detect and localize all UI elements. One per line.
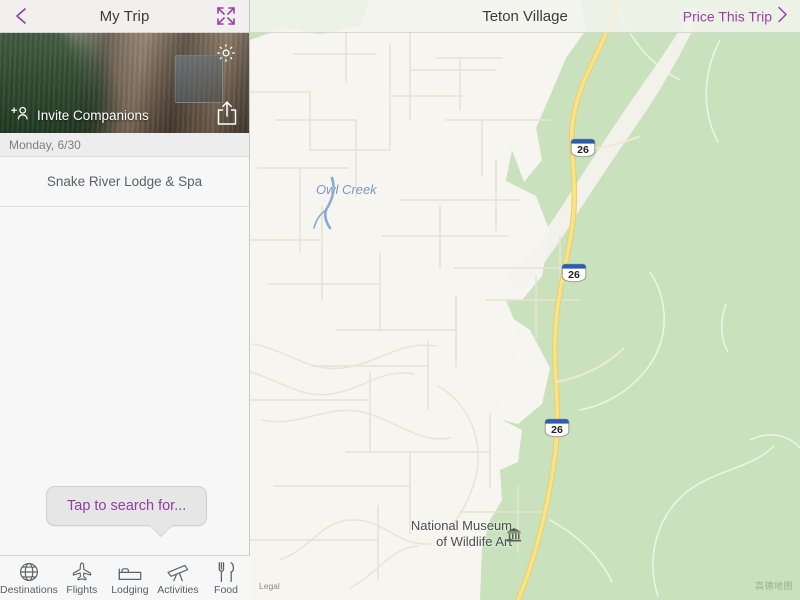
add-person-icon — [10, 104, 30, 127]
map-legal-link[interactable]: Legal — [259, 581, 280, 591]
gear-icon[interactable] — [215, 42, 237, 64]
sidebar-item-activities[interactable]: Activities — [154, 556, 202, 600]
trip-sidebar: My Trip Invite Companions Monday, 6/30 S… — [0, 0, 250, 600]
tab-label: Flights — [66, 583, 98, 596]
tooltip-pointer — [149, 525, 172, 536]
route-shield-number: 26 — [577, 143, 589, 156]
lodging-name: Snake River Lodge & Spa — [46, 174, 203, 189]
map-pane[interactable]: Teton Village Price This Trip Owl Creek … — [250, 0, 800, 600]
back-chevron-icon[interactable] — [14, 7, 28, 25]
page-title: My Trip — [99, 7, 150, 25]
museum-icon — [506, 527, 522, 548]
tab-label: Food — [214, 583, 238, 596]
sidebar-item-lodging[interactable]: Lodging — [106, 556, 154, 600]
globe-icon — [18, 561, 40, 583]
telescope-icon — [166, 561, 190, 583]
map-title: Teton Village — [482, 7, 568, 25]
route-shield: 26 — [544, 418, 570, 438]
price-this-trip-label: Price This Trip — [682, 8, 772, 24]
itinerary-day-header: Monday, 6/30 — [0, 133, 249, 157]
map-attribution: 高德地图 — [754, 581, 793, 591]
bed-icon — [118, 561, 142, 583]
share-icon[interactable] — [216, 100, 238, 126]
invite-companions-button[interactable]: Invite Companions — [0, 97, 249, 133]
trip-hero-photo[interactable]: Invite Companions — [0, 33, 249, 133]
route-shield: 26 — [561, 263, 587, 283]
fork-knife-icon — [216, 561, 236, 583]
bottom-tab-bar: Destinations Flights Lodging Activities … — [0, 555, 250, 600]
invite-companions-label: Invite Companions — [37, 107, 149, 123]
route-shield-number: 26 — [551, 423, 563, 436]
sidebar-item-destinations[interactable]: Destinations — [0, 556, 58, 600]
expand-arrows-icon[interactable] — [216, 6, 236, 26]
tab-label: Destinations — [0, 583, 58, 596]
sidebar-header: My Trip — [0, 0, 249, 33]
route-shield: 26 — [570, 138, 596, 158]
price-this-trip-button[interactable]: Price This Trip — [683, 6, 788, 27]
airplane-icon — [71, 561, 93, 583]
route-shield-number: 26 — [568, 268, 580, 281]
chevron-right-icon — [777, 6, 788, 27]
search-tooltip: Tap to search for... — [46, 486, 208, 536]
sidebar-item-food[interactable]: Food — [202, 556, 250, 600]
sidebar-item-flights[interactable]: Flights — [58, 556, 106, 600]
search-tooltip-text: Tap to search for... — [67, 498, 187, 514]
app-root: My Trip Invite Companions Monday, 6/30 S… — [0, 0, 800, 600]
search-tooltip-bubble[interactable]: Tap to search for... — [46, 486, 208, 526]
map-canvas[interactable] — [250, 0, 800, 600]
tab-label: Activities — [157, 583, 199, 596]
itinerary-day-label: Monday, 6/30 — [9, 137, 81, 152]
tab-label: Lodging — [111, 583, 149, 596]
list-item[interactable]: Snake River Lodge & Spa — [0, 157, 249, 207]
map-header: Teton Village Price This Trip — [250, 0, 800, 33]
